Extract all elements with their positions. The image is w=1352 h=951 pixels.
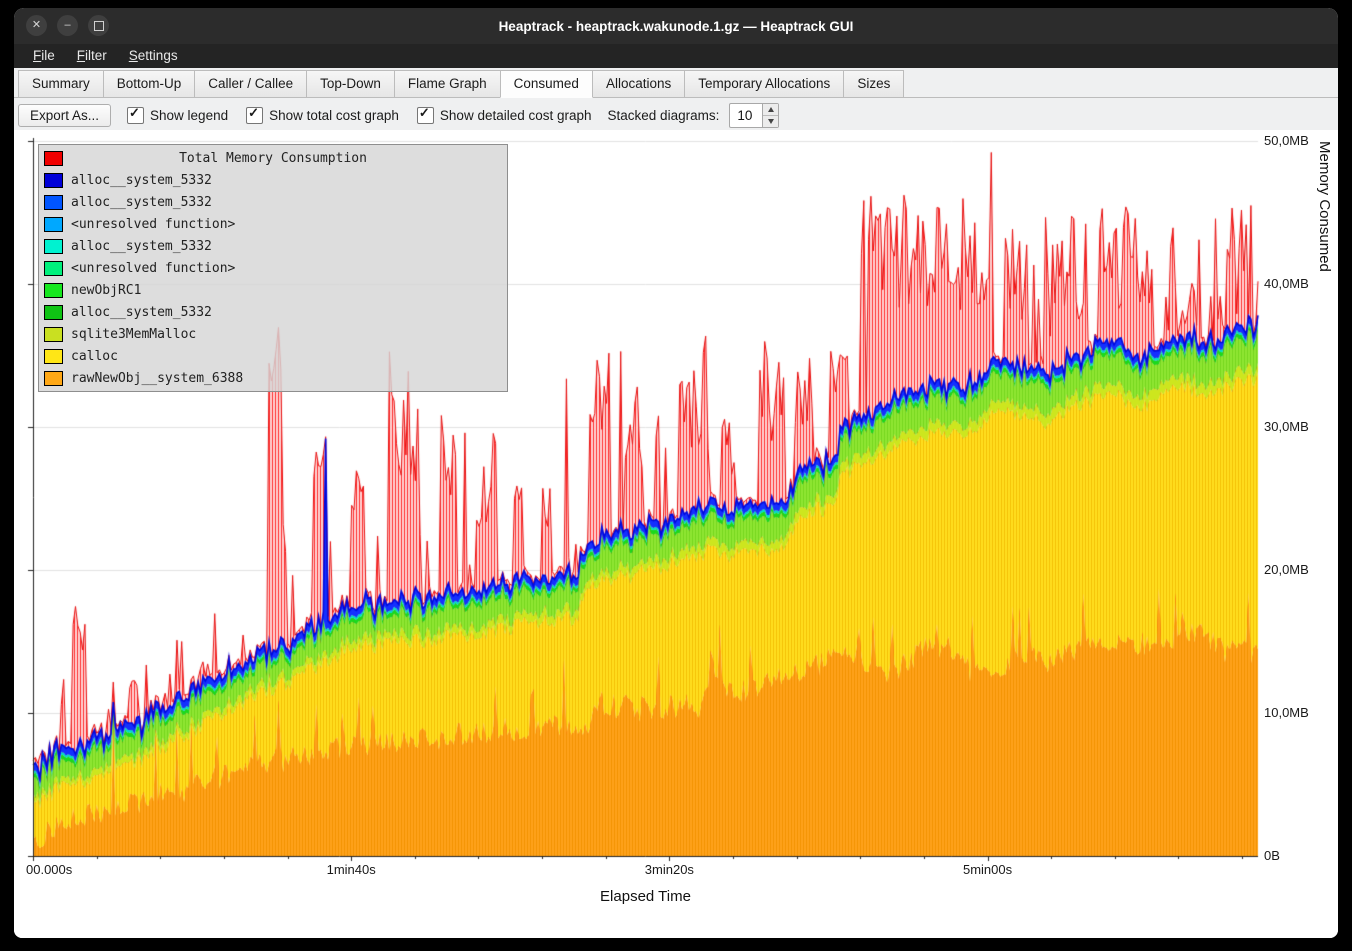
y-axis-title: Memory Consumed xyxy=(1316,141,1333,856)
legend-title: Total Memory Consumption xyxy=(39,151,507,166)
legend-label: <unresolved function> xyxy=(71,217,235,232)
tab-caller-callee[interactable]: Caller / Callee xyxy=(194,70,307,98)
legend-item: <unresolved function> xyxy=(39,257,507,279)
menu-item-filter[interactable]: Filter xyxy=(66,44,118,68)
x-tick-label: 5min00s xyxy=(963,862,1012,877)
legend-swatch-icon xyxy=(44,195,63,210)
checkbox-label: Show total cost graph xyxy=(269,108,399,123)
spin-up-icon[interactable] xyxy=(763,104,778,116)
legend-label: alloc__system_5332 xyxy=(71,173,212,188)
checkbox-show-total-cost-graph[interactable]: ✓ Show total cost graph xyxy=(246,107,399,124)
legend-label: <unresolved function> xyxy=(71,261,235,276)
stacked-diagrams-stepper[interactable]: 10 xyxy=(729,103,779,128)
tab-sizes[interactable]: Sizes xyxy=(843,70,904,98)
legend-label: newObjRC1 xyxy=(71,283,141,298)
legend-swatch-icon xyxy=(44,151,63,166)
legend-swatch-icon xyxy=(44,305,63,320)
menu-item-file[interactable]: File xyxy=(22,44,66,68)
x-tick-label: 3min20s xyxy=(645,862,694,877)
menu-bar: FileFilterSettings xyxy=(14,44,1338,68)
maximize-button[interactable] xyxy=(88,15,109,36)
legend-label: rawNewObj__system_6388 xyxy=(71,371,243,386)
checkbox-group: ✓ Show legend ✓ Show total cost graph ✓ Show … xyxy=(127,107,592,124)
legend-item: calloc xyxy=(39,345,507,367)
checkbox-show-detailed-cost-graph[interactable]: ✓ Show detailed cost graph xyxy=(417,107,592,124)
checkbox-icon: ✓ xyxy=(417,107,434,124)
legend-label: sqlite3MemMalloc xyxy=(71,327,196,342)
x-axis-title: Elapsed Time xyxy=(33,888,1258,905)
spin-down-icon[interactable] xyxy=(763,116,778,127)
export-as-button[interactable]: Export As... xyxy=(18,104,111,127)
legend-label: alloc__system_5332 xyxy=(71,195,212,210)
legend-label: alloc__system_5332 xyxy=(71,305,212,320)
window-title: Heaptrack - heaptrack.wakunode.1.gz — He… xyxy=(499,19,854,34)
legend-item: newObjRC1 xyxy=(39,279,507,301)
legend-item: alloc__system_5332 xyxy=(39,191,507,213)
legend-swatch-icon xyxy=(44,217,63,232)
checkbox-label: Show detailed cost graph xyxy=(440,108,592,123)
legend-item: Total Memory Consumption xyxy=(39,147,507,169)
legend-swatch-icon xyxy=(44,239,63,254)
tab-summary[interactable]: Summary xyxy=(18,70,104,98)
minimize-button[interactable]: – xyxy=(57,15,78,36)
menu-item-settings[interactable]: Settings xyxy=(118,44,189,68)
window: ✕– Heaptrack - heaptrack.wakunode.1.gz —… xyxy=(14,8,1338,938)
checkbox-icon: ✓ xyxy=(127,107,144,124)
checkbox-label: Show legend xyxy=(150,108,228,123)
legend-label: alloc__system_5332 xyxy=(71,239,212,254)
tab-bar: SummaryBottom-UpCaller / CalleeTop-DownF… xyxy=(14,70,1338,98)
tab-flame-graph[interactable]: Flame Graph xyxy=(394,70,501,98)
stacked-diagrams-label: Stacked diagrams: xyxy=(608,108,720,123)
tab-consumed[interactable]: Consumed xyxy=(500,70,593,98)
tab-allocations[interactable]: Allocations xyxy=(592,70,685,98)
close-button[interactable]: ✕ xyxy=(26,15,47,36)
stacked-diagrams-value: 10 xyxy=(730,104,762,127)
legend-item: sqlite3MemMalloc xyxy=(39,323,507,345)
spin-buttons xyxy=(762,104,778,127)
legend-label: calloc xyxy=(71,349,118,364)
legend-swatch-icon xyxy=(44,371,63,386)
legend-item: alloc__system_5332 xyxy=(39,169,507,191)
x-tick-label: 00.000s xyxy=(26,862,72,877)
legend-swatch-icon xyxy=(44,327,63,342)
legend-item: rawNewObj__system_6388 xyxy=(39,367,507,389)
legend-swatch-icon xyxy=(44,261,63,276)
legend-swatch-icon xyxy=(44,349,63,364)
tab-top-down[interactable]: Top-Down xyxy=(306,70,395,98)
legend-item: alloc__system_5332 xyxy=(39,301,507,323)
legend-item: alloc__system_5332 xyxy=(39,235,507,257)
window-controls: ✕– xyxy=(26,15,109,36)
legend-swatch-icon xyxy=(44,173,63,188)
legend-item: <unresolved function> xyxy=(39,213,507,235)
chart-legend: Total Memory Consumption alloc__system_53… xyxy=(38,144,508,392)
tab-temporary-allocations[interactable]: Temporary Allocations xyxy=(684,70,844,98)
toolbar: Export As... ✓ Show legend ✓ Show total cos… xyxy=(14,100,1338,130)
desktop-background: ✕– Heaptrack - heaptrack.wakunode.1.gz —… xyxy=(0,0,1352,951)
tab-bottom-up[interactable]: Bottom-Up xyxy=(103,70,196,98)
checkbox-icon: ✓ xyxy=(246,107,263,124)
title-bar[interactable]: ✕– Heaptrack - heaptrack.wakunode.1.gz —… xyxy=(14,8,1338,44)
checkbox-show-legend[interactable]: ✓ Show legend xyxy=(127,107,228,124)
x-tick-label: 1min40s xyxy=(327,862,376,877)
legend-swatch-icon xyxy=(44,283,63,298)
